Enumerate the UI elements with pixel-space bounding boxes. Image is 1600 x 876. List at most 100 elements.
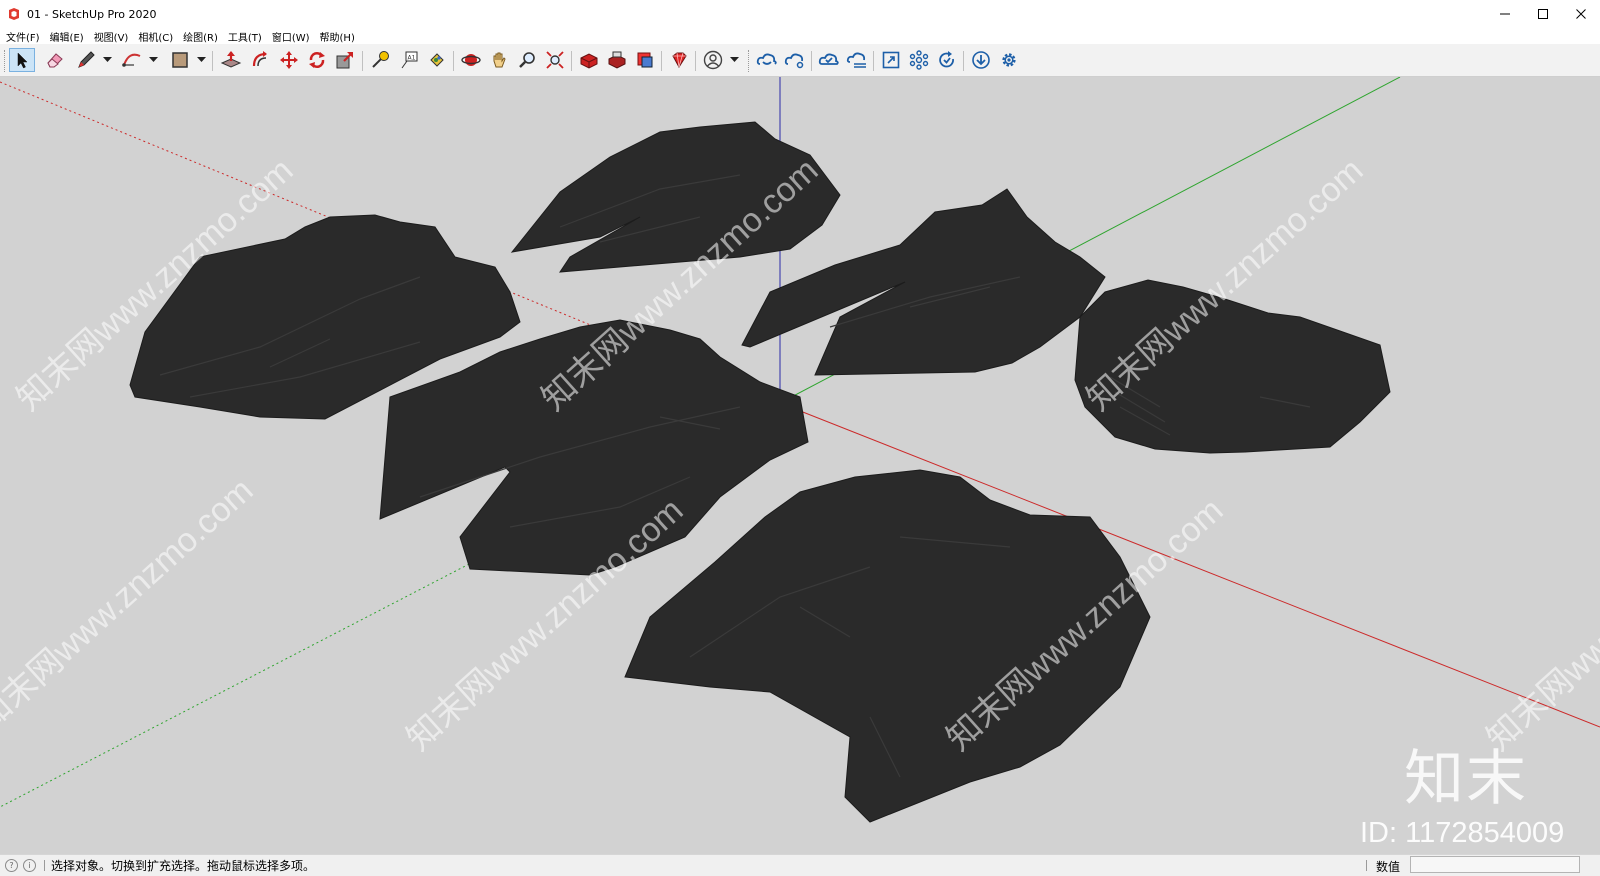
toolbar-separator [212, 51, 213, 71]
cloud-sync-button[interactable] [816, 48, 842, 72]
push-pull-icon [220, 51, 242, 68]
pan-tool[interactable] [486, 48, 512, 72]
toolbar-separator [453, 51, 454, 71]
expand-view-button[interactable] [878, 48, 904, 72]
rectangle-icon [172, 52, 188, 68]
expand-icon [882, 51, 900, 69]
chevron-down-icon [148, 57, 158, 62]
trimble-connect-button[interactable] [754, 48, 780, 72]
paint-bucket-tool[interactable] [424, 48, 450, 72]
measurements-input[interactable] [1410, 856, 1580, 873]
offset-tool[interactable] [247, 48, 273, 72]
arc-icon [122, 53, 141, 67]
tape-measure-tool[interactable] [367, 48, 393, 72]
menu-bar: 文件(F) 编辑(E) 视图(V) 相机(C) 绘图(R) 工具(T) 窗口(W… [0, 28, 1600, 44]
orbit-tool[interactable] [458, 48, 484, 72]
info-icon[interactable]: i [23, 859, 36, 872]
magnifier-icon [519, 52, 535, 68]
menu-window[interactable]: 窗口(W) [267, 29, 315, 44]
extension-warehouse-icon [608, 51, 626, 69]
account-button[interactable] [700, 48, 726, 72]
components-button[interactable] [906, 48, 932, 72]
download-button[interactable] [968, 48, 994, 72]
menu-camera[interactable]: 相机(C) [133, 29, 178, 44]
eraser-tool[interactable] [42, 48, 68, 72]
arc-tool[interactable] [120, 48, 144, 72]
status-bar: ? i 选择对象。切换到扩充选择。拖动鼠标选择多项。 数值 [0, 854, 1600, 876]
zoom-tool[interactable] [514, 48, 540, 72]
toolbar-separator [695, 51, 696, 71]
toolbar-separator [362, 51, 363, 71]
download-icon [972, 51, 990, 69]
ruby-gem-icon [672, 52, 687, 68]
menu-tools[interactable]: 工具(T) [223, 29, 267, 44]
minimize-button[interactable] [1486, 0, 1524, 28]
extension-warehouse-button[interactable] [604, 48, 630, 72]
status-hint: 选择对象。切换到扩充选择。拖动鼠标选择多项。 [51, 859, 316, 873]
chevron-down-icon [196, 57, 206, 62]
status-divider [44, 860, 45, 871]
rotate-icon [309, 52, 325, 68]
toolbar-grip[interactable] [748, 50, 751, 72]
molecule-icon [909, 50, 929, 70]
warehouse-icon [580, 53, 598, 69]
layout-icon [637, 52, 653, 68]
move-icon [280, 51, 298, 69]
scale-icon [336, 52, 353, 69]
account-dropdown[interactable] [728, 48, 740, 72]
scale-tool[interactable] [332, 48, 358, 72]
zoom-extents-icon [546, 51, 564, 69]
chevron-down-icon [729, 57, 739, 62]
maximize-button[interactable] [1524, 0, 1562, 28]
pencil-dropdown[interactable] [101, 48, 113, 72]
main-toolbar: A1 [0, 44, 1600, 77]
rotate-tool[interactable] [304, 48, 330, 72]
svg-text:A1: A1 [408, 55, 416, 62]
rectangle-tool[interactable] [168, 48, 192, 72]
move-tool[interactable] [276, 48, 302, 72]
refresh-check-button[interactable] [934, 48, 960, 72]
pencil-icon [78, 51, 95, 68]
menu-edit[interactable]: 编辑(E) [45, 29, 89, 44]
eraser-icon [47, 53, 63, 68]
model-viewport[interactable]: 知末网www.znzmo.com 知末网www.znzmo.com 知末网www… [0, 77, 1600, 854]
hand-icon [493, 52, 506, 68]
toolbar-separator [963, 51, 964, 71]
cloud-collab-button[interactable] [844, 48, 870, 72]
paint-bucket-icon [430, 53, 444, 67]
menu-draw[interactable]: 绘图(R) [178, 29, 223, 44]
measurements-divider [1366, 860, 1367, 871]
tape-measure-icon [372, 51, 389, 68]
pencil-tool[interactable] [74, 48, 98, 72]
menu-view[interactable]: 视图(V) [89, 29, 134, 44]
menu-help[interactable]: 帮助(H) [315, 29, 360, 44]
text-tool[interactable]: A1 [396, 48, 422, 72]
window-title: 01 - SketchUp Pro 2020 [27, 7, 157, 21]
settings-button[interactable] [996, 48, 1022, 72]
arc-dropdown[interactable] [147, 48, 159, 72]
brand-id-watermark: ID: 1172854009 [1360, 817, 1565, 849]
geo-location-icon[interactable]: ? [5, 859, 18, 872]
chevron-down-icon [102, 57, 112, 62]
toolbar-separator [873, 51, 874, 71]
text-label-icon: A1 [401, 51, 418, 69]
select-tool[interactable] [9, 48, 35, 72]
send-to-layout-button[interactable] [632, 48, 658, 72]
toolbar-separator [811, 51, 812, 71]
user-icon [703, 50, 723, 70]
cloud-link-icon [756, 53, 777, 65]
zoom-extents-tool[interactable] [542, 48, 568, 72]
brand-watermark: 知末 [1404, 744, 1528, 814]
extension-manager-button[interactable] [666, 48, 692, 72]
toolbar-separator [661, 51, 662, 71]
close-button[interactable] [1562, 0, 1600, 28]
sketchup-logo-icon [9, 8, 19, 20]
cloud-share-button[interactable] [782, 48, 808, 72]
toolbar-grip[interactable] [4, 50, 7, 72]
menu-file[interactable]: 文件(F) [0, 29, 45, 44]
cloud-lines-icon [846, 52, 866, 68]
title-bar: 01 - SketchUp Pro 2020 [0, 0, 1600, 28]
3d-warehouse-button[interactable] [576, 48, 602, 72]
push-pull-tool[interactable] [218, 48, 244, 72]
rectangle-dropdown[interactable] [195, 48, 207, 72]
